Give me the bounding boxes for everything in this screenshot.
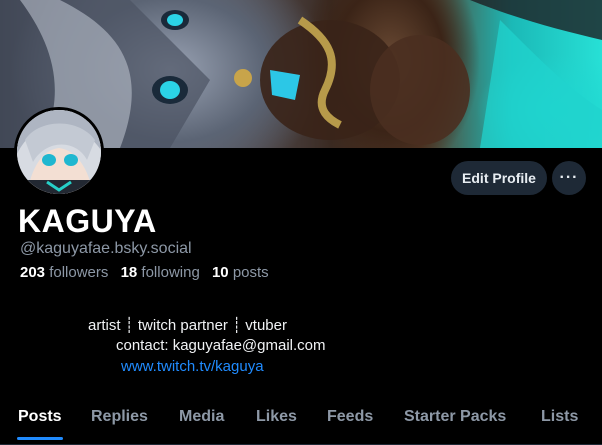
tab-posts[interactable]: Posts xyxy=(18,408,62,426)
followers-link[interactable]: 203 followers xyxy=(20,264,108,281)
posts-count: 10 xyxy=(211,264,229,281)
following-label: following xyxy=(141,264,200,281)
profile-handle: @kaguyafae.bsky.social xyxy=(20,240,192,257)
more-options-button[interactable]: ··· xyxy=(552,161,586,195)
bio-line: artist ┊ twitch partner ┊ vtuber xyxy=(88,317,287,334)
posts-stat: 10 posts xyxy=(212,264,269,281)
profile-stats: 203 followers 18 following 10 posts xyxy=(20,264,269,281)
following-count: 18 xyxy=(120,264,138,281)
ellipsis-icon: ··· xyxy=(559,169,579,186)
tab-lists[interactable]: Lists xyxy=(541,408,578,426)
active-tab-indicator xyxy=(17,437,63,440)
bio-contact-line: contact: kaguyafae@gmail.com xyxy=(116,337,326,354)
bio-twitch-link[interactable]: www.twitch.tv/kaguya xyxy=(121,358,264,375)
tab-feeds[interactable]: Feeds xyxy=(327,408,373,426)
edit-profile-button[interactable]: Edit Profile xyxy=(451,161,547,195)
tab-media[interactable]: Media xyxy=(179,408,224,426)
posts-label: posts xyxy=(232,264,269,281)
followers-count: 203 xyxy=(20,264,46,281)
avatar[interactable] xyxy=(14,107,104,197)
following-link[interactable]: 18 following xyxy=(121,264,200,281)
tab-replies[interactable]: Replies xyxy=(91,408,148,426)
tab-starter-packs[interactable]: Starter Packs xyxy=(404,408,506,426)
tab-likes[interactable]: Likes xyxy=(256,408,297,426)
followers-label: followers xyxy=(49,264,109,281)
profile-tabs: Posts Replies Media Likes Feeds Starter … xyxy=(0,398,602,445)
display-name: KAGUYA xyxy=(18,203,157,239)
